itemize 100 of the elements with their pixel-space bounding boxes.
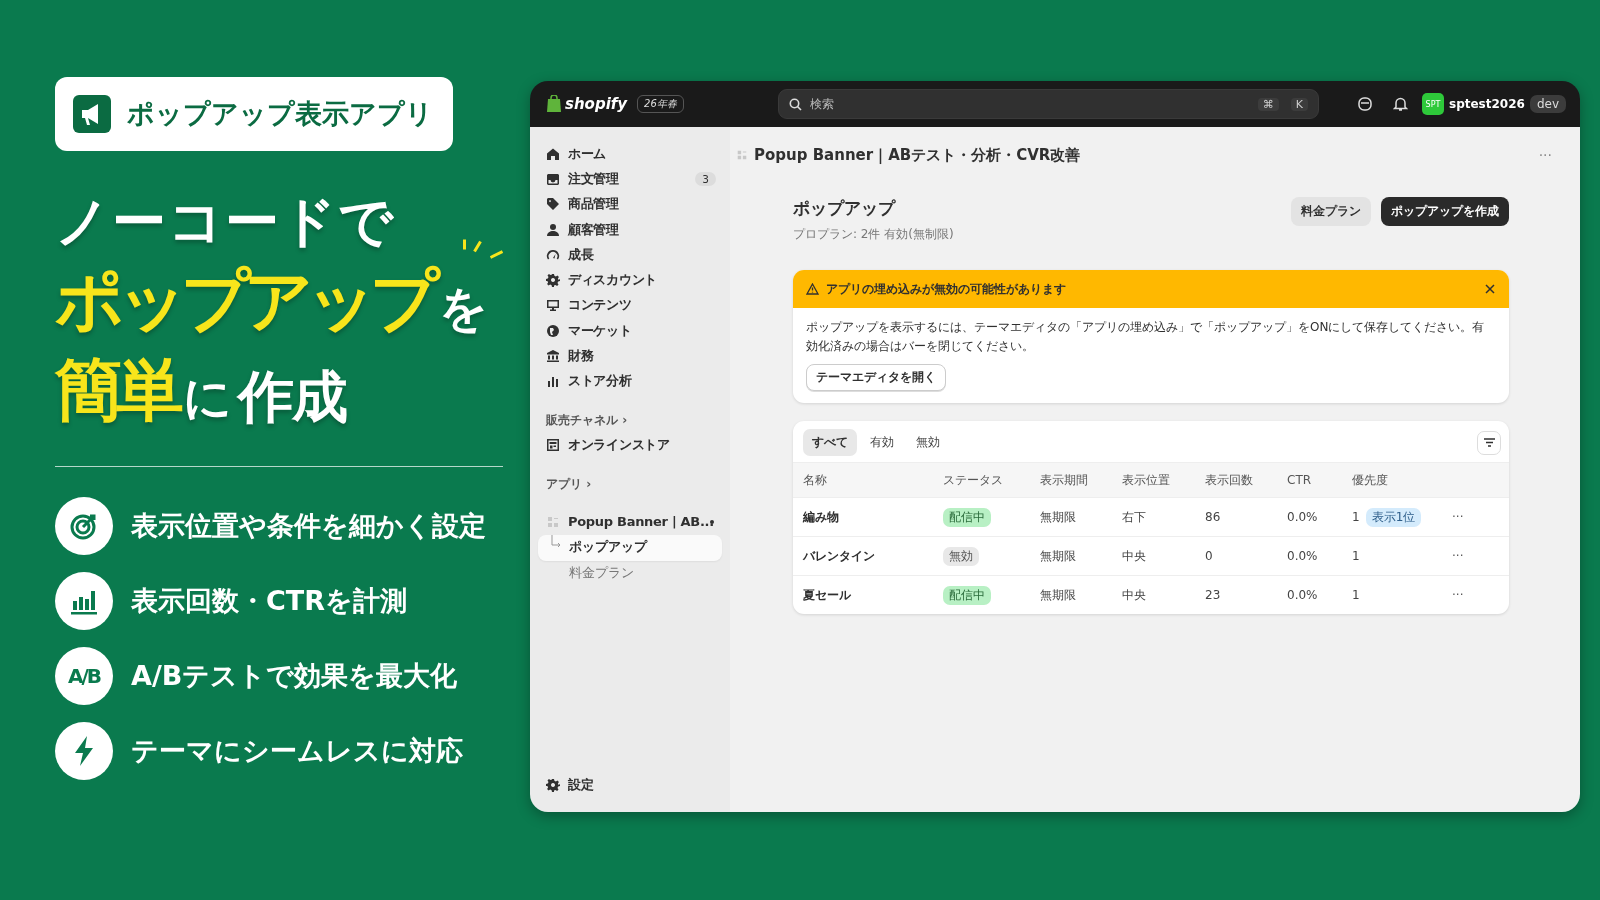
nav-item[interactable]: 商品管理 [538, 191, 722, 217]
app-badge-label: ポップアップ表示アプリ [127, 97, 433, 131]
gauge-icon [546, 247, 560, 262]
table-cell-text: 中央 [1122, 586, 1147, 604]
table-cell-text: 23 [1205, 588, 1222, 602]
column-header: 表示位置 [1122, 471, 1171, 489]
gear-icon [546, 273, 560, 288]
nav-item[interactable]: コンテンツ [538, 292, 722, 319]
nav-subitem[interactable]: 料金プラン [538, 560, 722, 587]
tree-branch-icon [550, 534, 562, 549]
table-cell-text: 0.0% [1287, 588, 1319, 602]
filter-tab[interactable]: すべて [803, 429, 857, 456]
filter-tab[interactable]: 有効 [861, 429, 903, 456]
filter-button[interactable] [1477, 430, 1501, 455]
table-cell-text: 0.0% [1287, 510, 1319, 524]
nav-item[interactable]: 成長 [538, 242, 722, 268]
filter-icon [1483, 438, 1495, 447]
megaphone-icon [73, 95, 111, 133]
brand-logo[interactable]: shopify [565, 95, 628, 113]
nav-item[interactable]: 設定 [538, 772, 722, 798]
monitor-icon [546, 298, 560, 313]
store-name[interactable]: sptest2026 [1449, 97, 1525, 111]
row-menu-button[interactable]: ··· [1452, 549, 1464, 563]
feature-text: 表示位置や条件を細かく設定 [131, 509, 486, 544]
sparkle-lines-icon [463, 239, 503, 259]
shortcut-key: K [1290, 97, 1308, 111]
table-cell-text: 編み物 [803, 508, 840, 526]
person-icon [546, 222, 560, 237]
nav-item[interactable]: ディスカウント [538, 267, 722, 293]
open-theme-editor-button[interactable]: テーマエディタを開く [806, 364, 946, 391]
column-header: ステータス [943, 471, 1004, 489]
row-menu-button[interactable]: ··· [1452, 588, 1464, 602]
count-badge: 3 [695, 171, 716, 186]
tag-icon [546, 197, 560, 212]
headline-text: を [439, 279, 488, 339]
plan-summary: プロプラン: 2件 有効(無制限) [793, 226, 955, 243]
pricing-plan-button[interactable]: 料金プラン [1291, 197, 1371, 226]
store-tag: dev [1529, 95, 1566, 113]
table-cell-text: 0 [1205, 549, 1214, 563]
table-cell-text: 86 [1205, 510, 1222, 524]
ab-test-icon: A/B [55, 647, 113, 706]
feature-text: テーマにシームレスに対応 [131, 734, 463, 769]
bank-icon [546, 349, 560, 363]
page-title: ポップアップ [793, 197, 897, 220]
nav-item[interactable]: 財務 [538, 343, 722, 369]
column-header: 優先度 [1352, 471, 1389, 489]
banner-message: ポップアップを表示するには、テーマエディタの「アプリの埋め込み」で「ポップアップ」をONにして保存してください。有効化済みの場合はバーを閉じてください。 [806, 319, 1486, 355]
nav-item[interactable]: ストア分析 [538, 368, 722, 394]
search-icon [788, 97, 802, 111]
nav-item[interactable]: 顧客管理 [538, 216, 722, 243]
nav-item[interactable]: ホーム [538, 141, 722, 167]
nav-item[interactable]: 注文管理 3 [538, 166, 722, 192]
feature-text: A/Bテストで効果を最大化 [131, 659, 458, 694]
nav-subitem[interactable]: ポップアップ [538, 534, 722, 561]
table-cell-text: 無期限 [1040, 508, 1077, 526]
create-popup-button[interactable]: ポップアップを作成 [1381, 197, 1509, 226]
section-heading[interactable]: アプリ › [538, 473, 722, 496]
rank-badge: 表示1位 [1365, 507, 1422, 527]
shortcut-key: ⌘ [1257, 97, 1279, 111]
table-cell-text: 夏セール [803, 586, 852, 604]
bell-icon[interactable] [1393, 96, 1408, 112]
home-icon [546, 146, 560, 161]
row-menu-button[interactable]: ··· [1452, 510, 1464, 524]
nav-item[interactable]: オンラインストア [538, 431, 722, 458]
close-icon[interactable] [1485, 284, 1495, 294]
bar-chart-icon [546, 374, 560, 389]
headline-text: ノーコードで [55, 189, 395, 255]
column-header: CTR [1287, 473, 1313, 487]
table-cell-text: 無期限 [1040, 547, 1077, 565]
column-header: 表示期間 [1040, 471, 1089, 489]
app-icon [546, 514, 560, 529]
store-icon [546, 437, 560, 452]
warning-icon [806, 283, 819, 295]
inbox-icon [546, 171, 560, 186]
status-badge: 配信中 [943, 585, 991, 605]
filter-tab[interactable]: 無効 [907, 429, 949, 456]
banner-title: アプリの埋め込みが無効の可能性があります [826, 280, 1067, 298]
settings-icon [546, 778, 560, 793]
headline-text: 簡単 [55, 348, 177, 431]
nav-item[interactable]: マーケット [538, 318, 722, 344]
table-cell-text: 中央 [1122, 547, 1147, 565]
status-badge: 配信中 [943, 507, 991, 527]
table-cell: 1 [1352, 549, 1360, 563]
headline-text: 作成 [238, 363, 346, 432]
table-cell-text: 無期限 [1040, 586, 1077, 604]
table-cell: 1 [1352, 588, 1360, 602]
shopping-bag-icon [546, 95, 562, 113]
edition-badge: 26年春 [637, 95, 684, 113]
page-breadcrumb: Popup Banner｜ABテスト・分析・CVR改善 [754, 145, 1082, 165]
app-icon [736, 149, 748, 161]
section-heading[interactable]: 販売チャネル › [538, 409, 722, 432]
column-header: 表示回数 [1205, 471, 1254, 489]
status-badge: 無効 [943, 546, 979, 566]
nav-item[interactable]: Popup Banner | AB... [538, 509, 722, 535]
search-field[interactable]: 検索 ⌘ K [777, 89, 1319, 119]
table-cell-text: 0.0% [1287, 549, 1319, 563]
lightning-icon [72, 735, 96, 768]
table-cell-text: バレンタイン [803, 547, 876, 565]
table-cell-text: 右下 [1122, 508, 1147, 526]
column-header: 名称 [803, 471, 828, 489]
